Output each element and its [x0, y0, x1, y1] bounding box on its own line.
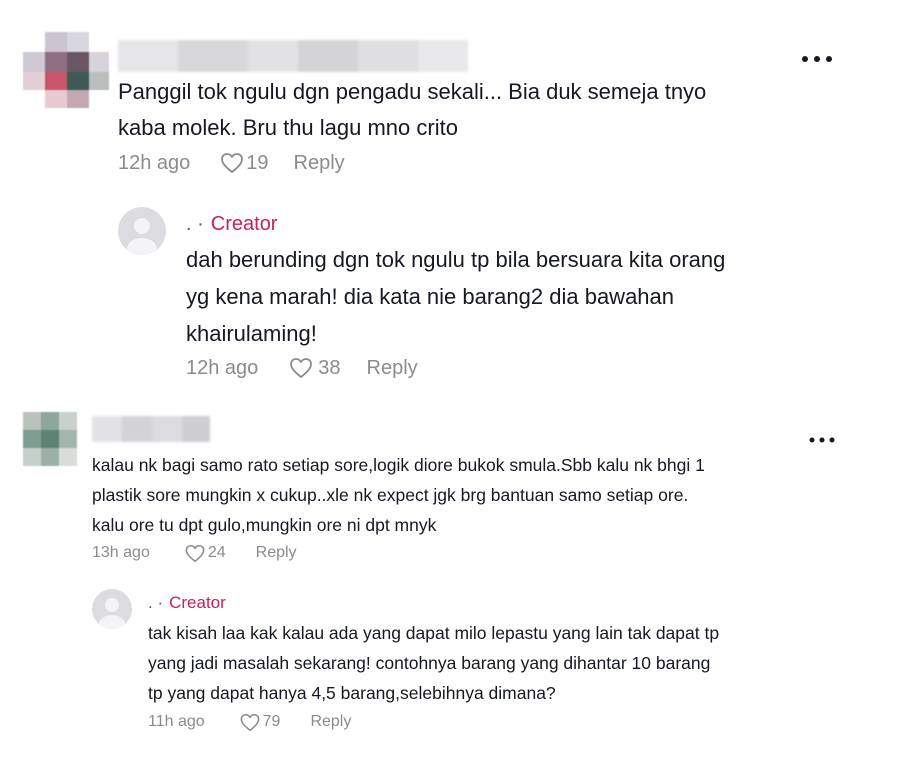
comment-text-line: kaba molek. Bru thu lagu mno crito	[118, 115, 458, 140]
comment-meta: 12h ago 19 Reply	[118, 150, 345, 176]
username[interactable]	[118, 40, 468, 72]
comment-meta: 13h ago 24 Reply	[92, 542, 297, 564]
comment-time: 12h ago	[118, 151, 191, 174]
comment-text: kalau nk bagi samo rato setiap sore,logi…	[92, 450, 705, 540]
more-dots-glyph	[802, 56, 832, 62]
comment-text-line: plastik sore mungkin x cukup..xle nk exp…	[92, 485, 689, 505]
reply-text-line: khairulaming!	[186, 321, 317, 346]
like-button[interactable]: 24	[184, 544, 226, 563]
reply-author: . · Creator	[148, 592, 226, 614]
heart-icon	[240, 713, 260, 731]
author-name[interactable]: . ·	[186, 213, 204, 236]
more-horizontal-icon[interactable]	[800, 50, 834, 64]
reply-button[interactable]: Reply	[367, 357, 418, 380]
reply-text-line: yg kena marah! dia kata nie barang2 dia …	[186, 284, 675, 309]
reply-time: 11h ago	[148, 713, 205, 730]
like-button[interactable]: 38	[288, 356, 341, 380]
heart-icon	[185, 544, 205, 562]
like-count: 79	[262, 713, 281, 730]
reply-text-line: tak kisah laa kak kalau ada yang dapat m…	[148, 623, 720, 643]
reply-time: 12h ago	[186, 356, 259, 379]
author-name[interactable]: . ·	[148, 593, 163, 613]
reply-meta: 11h ago 79 Reply	[148, 711, 351, 733]
avatar[interactable]	[23, 412, 77, 466]
reply-text: dah berunding dgn tok ngulu tp bila bers…	[186, 241, 725, 352]
more-dots-glyph	[809, 437, 835, 443]
username[interactable]	[92, 416, 210, 442]
reply-text: tak kisah laa kak kalau ada yang dapat m…	[148, 618, 719, 708]
comment-text: Panggil tok ngulu dgn pengadu sekali... …	[118, 74, 706, 146]
reply-button[interactable]: Reply	[294, 152, 345, 175]
like-button[interactable]: 79	[239, 713, 281, 732]
reply-text-line: tp yang dapat hanya 4,5 barang,selebihny…	[148, 683, 556, 703]
reply-author: . · Creator	[186, 211, 277, 237]
creator-badge: Creator	[210, 212, 278, 235]
reply-text-line: yang jadi masalah sekarang! contohnya ba…	[148, 653, 711, 673]
reply-button[interactable]: Reply	[310, 713, 351, 731]
reply-text-line: dah berunding dgn tok ngulu tp bila bers…	[186, 247, 726, 272]
creator-badge: Creator	[169, 593, 226, 612]
comment-text-line: kalu ore tu dpt gulo,mungkin ore ni dpt …	[92, 515, 437, 535]
reply-meta: 12h ago 38 Reply	[186, 355, 418, 381]
comment-text-line: Panggil tok ngulu dgn pengadu sekali... …	[118, 79, 707, 104]
like-count: 19	[246, 151, 269, 174]
more-horizontal-icon[interactable]	[808, 430, 836, 444]
like-count: 24	[207, 544, 226, 561]
like-count: 38	[318, 356, 341, 379]
like-button[interactable]: 19	[220, 151, 269, 175]
avatar[interactable]	[118, 207, 166, 255]
heart-icon	[290, 358, 313, 378]
reply-button[interactable]: Reply	[256, 544, 297, 562]
comment-text-line: kalau nk bagi samo rato setiap sore,logi…	[92, 455, 705, 475]
heart-icon	[221, 153, 244, 173]
comment-time: 13h ago	[92, 544, 150, 561]
avatar[interactable]	[23, 32, 109, 108]
avatar[interactable]	[92, 589, 132, 629]
